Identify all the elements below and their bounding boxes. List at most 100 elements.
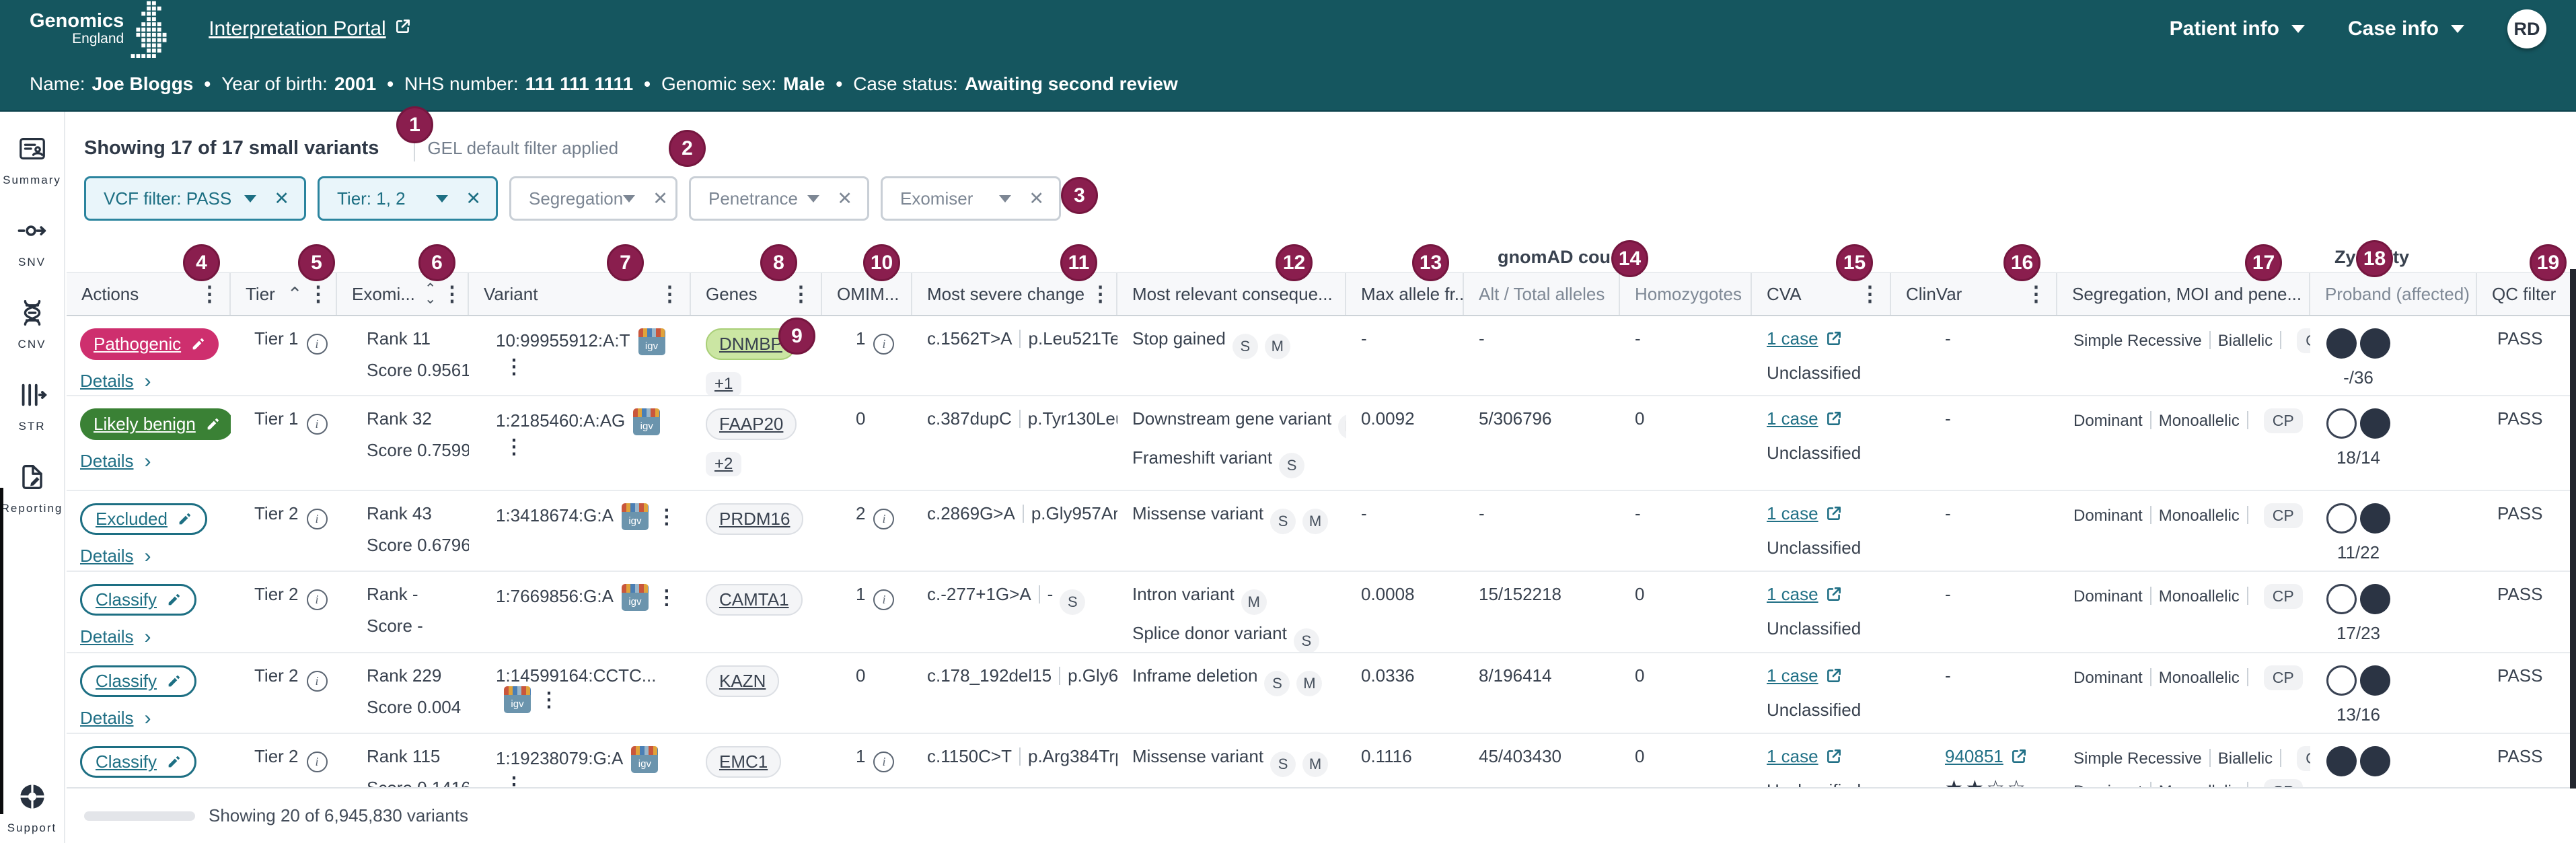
igv-icon[interactable]: igv — [633, 408, 660, 435]
column-menu-icon[interactable]: ⋮ — [437, 282, 463, 306]
cva-case-link[interactable]: 1 case — [1767, 584, 1818, 604]
column-menu-icon[interactable]: ⋮ — [1084, 282, 1111, 306]
column-menu-icon[interactable]: ⋮ — [1742, 282, 1752, 306]
gene-pill[interactable]: FAAP20 — [706, 408, 797, 440]
variant-menu-icon[interactable]: ⋮ — [657, 587, 677, 609]
classification-button[interactable]: Excluded — [80, 503, 207, 535]
interpretation-portal-link[interactable]: Interpretation Portal — [209, 17, 411, 40]
filter-chip-exomiser[interactable]: Exomiser✕ — [881, 176, 1061, 221]
chevron-down-icon[interactable] — [623, 195, 635, 203]
gene-pill[interactable]: EMC1 — [706, 746, 781, 778]
chevron-down-icon[interactable] — [807, 195, 819, 203]
details-link[interactable]: Details› — [80, 626, 224, 647]
remove-filter-icon[interactable]: ✕ — [1029, 188, 1044, 209]
chevron-down-icon[interactable] — [436, 195, 448, 203]
filter-chip-tier-1-2[interactable]: Tier: 1, 2✕ — [318, 176, 498, 221]
column-header-most-relevant-consequence[interactable]: Most relevant conseque...⋮ — [1117, 273, 1346, 315]
column-header-max-allele-freq[interactable]: Max allele fr...⋮ — [1346, 273, 1464, 315]
avatar[interactable]: RD — [2507, 9, 2546, 48]
annotation-badge-17: 17 — [2245, 244, 2282, 281]
sidebar-item-support[interactable]: Support — [0, 781, 64, 835]
sort-icons[interactable]: ⌃⌄ — [425, 284, 437, 304]
column-header-variant[interactable]: Variant⋮ — [469, 273, 691, 315]
sidebar-scrollbar[interactable] — [0, 488, 3, 814]
column-menu-icon[interactable]: ⋮ — [2470, 282, 2477, 306]
filter-chip-vcf-filter-pass[interactable]: VCF filter: PASS✕ — [84, 176, 306, 221]
sort-asc-icon[interactable]: ⌃ — [287, 284, 303, 305]
details-link[interactable]: Details› — [80, 451, 224, 472]
column-header-cva[interactable]: CVA⋮ — [1752, 273, 1891, 315]
gene-pill[interactable]: CAMTA1 — [706, 584, 803, 616]
column-header-clinvar[interactable]: ClinVar⋮ — [1891, 273, 2057, 315]
horizontal-scrollbar-thumb[interactable] — [84, 811, 195, 821]
chevron-down-icon[interactable] — [244, 195, 256, 203]
column-header-genes[interactable]: Genes⋮ — [691, 273, 822, 315]
column-menu-icon[interactable]: ⋮ — [2020, 282, 2047, 306]
filter-chip-penetrance[interactable]: Penetrance✕ — [689, 176, 869, 221]
sidebar-item-snv[interactable]: SNV — [0, 215, 64, 269]
external-link-icon — [1825, 505, 1843, 527]
column-menu-icon[interactable]: ⋮ — [2302, 282, 2310, 306]
variant-menu-icon[interactable]: ⋮ — [657, 506, 677, 528]
classification-label: Classify — [96, 671, 157, 692]
remove-filter-icon[interactable]: ✕ — [837, 188, 852, 209]
igv-icon[interactable]: igv — [504, 686, 531, 713]
cva-case-link[interactable]: 1 case — [1767, 408, 1818, 429]
sidebar-item-reporting[interactable]: Reporting — [0, 462, 64, 515]
classification-button[interactable]: Likely benign — [80, 408, 231, 440]
details-label: Details — [80, 371, 133, 392]
gene-pill[interactable]: PRDM16 — [706, 503, 803, 535]
cva-case-link[interactable]: 1 case — [1767, 503, 1818, 523]
igv-icon[interactable]: igv — [622, 584, 649, 611]
column-menu-icon[interactable]: ⋮ — [1854, 282, 1880, 306]
remove-filter-icon[interactable]: ✕ — [653, 188, 668, 209]
vertical-scrollbar[interactable] — [2570, 269, 2576, 789]
annotation-badge-11: 11 — [1060, 244, 1097, 281]
clinvar-link[interactable]: 940851 — [1945, 746, 2003, 766]
column-header-homozygotes[interactable]: Homozygotes⋮ — [1620, 273, 1752, 315]
igv-icon[interactable]: igv — [638, 328, 665, 355]
column-menu-icon[interactable]: ⋮ — [1333, 282, 1346, 306]
more-genes-chip[interactable]: +1 — [706, 372, 741, 395]
more-genes-chip[interactable]: +2 — [706, 452, 741, 476]
column-header-exomiser[interactable]: Exomi...⌃⌄⋮ — [337, 273, 469, 315]
details-link[interactable]: Details› — [80, 546, 224, 566]
gene-pill[interactable]: KAZN — [706, 665, 779, 697]
patient-info-menu[interactable]: Patient info — [2170, 17, 2305, 40]
classification-button[interactable]: Pathogenic — [80, 328, 219, 360]
column-header-alt-total-alleles[interactable]: Alt / Total alleles — [1464, 273, 1620, 315]
classification-button[interactable]: Classify — [80, 665, 196, 697]
column-menu-icon[interactable]: ⋮ — [302, 282, 328, 306]
sidebar-item-str[interactable]: STR — [0, 379, 64, 433]
bullet-separator: • — [387, 73, 394, 95]
variant-menu-icon[interactable]: ⋮ — [539, 689, 559, 711]
details-link[interactable]: Details› — [80, 708, 224, 729]
column-header-qc-filter[interactable]: QC filter⋮ — [2477, 273, 2576, 315]
details-link[interactable]: Details› — [80, 371, 224, 392]
chevron-down-icon[interactable] — [999, 195, 1011, 203]
sidebar-item-summary[interactable]: Summary — [0, 133, 64, 187]
case-info-menu[interactable]: Case info — [2348, 17, 2464, 40]
variant-menu-icon[interactable]: ⋮ — [504, 436, 524, 458]
filter-chip-segregation[interactable]: Segregation✕ — [509, 176, 677, 221]
remove-filter-icon[interactable]: ✕ — [274, 188, 289, 209]
column-header-proband[interactable]: Proband (affected)⋮ — [2310, 273, 2477, 315]
change-values: c.178_192del15p.Gly60... — [927, 665, 1111, 686]
column-menu-icon[interactable]: ⋮ — [194, 282, 220, 306]
sidebar-item-cnv[interactable]: CNV — [0, 297, 64, 351]
column-header-omim[interactable]: OMIM...⋮ — [822, 273, 912, 315]
classification-button[interactable]: Classify — [80, 746, 196, 778]
igv-icon[interactable]: igv — [631, 746, 658, 773]
column-menu-icon[interactable]: ⋮ — [654, 282, 680, 306]
column-header-segregation[interactable]: Segregation, MOI and pene...⋮ — [2057, 273, 2310, 315]
remove-filter-icon[interactable]: ✕ — [466, 188, 481, 209]
variant-menu-icon[interactable]: ⋮ — [504, 356, 524, 378]
cva-case-link[interactable]: 1 case — [1767, 665, 1818, 686]
igv-icon[interactable]: igv — [622, 503, 649, 530]
cva-case-link[interactable]: 1 case — [1767, 328, 1818, 349]
column-menu-icon[interactable]: ⋮ — [785, 282, 811, 306]
cva-case-link[interactable]: 1 case — [1767, 746, 1818, 766]
divider — [1019, 330, 1021, 348]
column-menu-icon[interactable]: ⋮ — [899, 282, 912, 306]
classification-button[interactable]: Classify — [80, 584, 196, 616]
